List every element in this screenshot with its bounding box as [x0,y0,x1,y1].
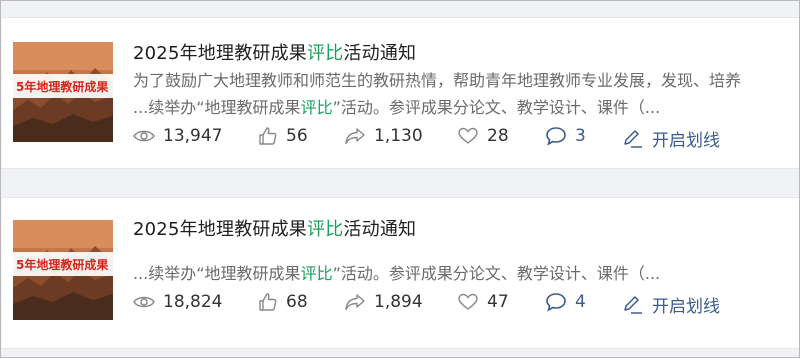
thumbs-up-icon [259,293,277,311]
enable-highlight-button[interactable]: 开启划线 [622,126,720,151]
excerpt-text: ...续举办“地理教研成果 [133,264,301,283]
pen-underline-icon [624,295,642,314]
title-text: 2025年地理教研成果 [133,219,308,240]
article-thumbnail[interactable]: 5年地理教研成果 [13,42,113,142]
article-title[interactable]: 2025年地理教研成果评比活动通知 [133,215,416,241]
shares-count: 1,130 [374,126,423,146]
highlight-label: 开启划线 [652,297,720,317]
views-count: 13,947 [163,126,223,146]
eye-icon [133,296,155,308]
article-title[interactable]: 2025年地理教研成果评比活动通知 [133,39,416,65]
excerpt-highlight: 评比 [300,264,333,283]
favorites-count: 47 [487,292,509,312]
favorites-count: 28 [487,126,509,146]
pen-underline-icon [624,129,642,148]
share-button[interactable]: 1,130 [344,126,423,146]
title-highlight: 评比 [307,219,344,240]
excerpt-text: ...续举办“地理教研成果 [133,98,301,117]
like-button[interactable]: 56 [258,126,308,146]
enable-highlight-button[interactable]: 开启划线 [622,292,720,317]
excerpt-text-end: ”活动。参评成果分论文、教学设计、课件（... [332,264,661,283]
share-button[interactable]: 1,894 [344,292,423,312]
views-count: 18,824 [163,292,223,312]
comments-button[interactable]: 3 [545,126,586,146]
excerpt-highlight: 评比 [300,98,333,117]
article-excerpt-line: ...续举办“地理教研成果评比”活动。参评成果分论文、教学设计、课件（... [133,260,799,284]
title-highlight: 评比 [307,43,344,64]
favorite-button[interactable]: 47 [457,292,509,312]
highlight-label: 开启划线 [652,131,720,151]
thumbnail-image: 5年地理教研成果 [13,220,113,320]
heart-icon [458,293,478,310]
title-text-end: 活动通知 [343,219,417,240]
likes-count: 56 [286,126,308,146]
article-excerpt-line: 为了鼓励广大地理教师和师范生的教研热情，帮助青年地理教师专业发展，发现、培养 [133,67,799,91]
heart-icon [458,127,478,144]
share-arrow-icon [345,294,365,311]
title-text-end: 活动通知 [343,43,417,64]
comments-button[interactable]: 4 [545,292,586,312]
article-card[interactable]: 5年地理教研成果 2025年地理教研成果评比活动通知 ...续举办“地理教研成果… [2,197,799,349]
title-text: 2025年地理教研成果 [133,43,308,64]
share-arrow-icon [345,128,365,145]
article-card[interactable]: 5年地理教研成果 2025年地理教研成果评比活动通知 为了鼓励广大地理教师和师范… [2,17,799,169]
comment-bubble-icon [546,127,566,146]
views-stat: 13,947 [133,126,222,146]
comment-bubble-icon [546,293,566,312]
excerpt-text-end: ”活动。参评成果分论文、教学设计、课件（... [332,98,661,117]
thumbnail-caption: 5年地理教研成果 [16,257,108,272]
likes-count: 68 [286,292,308,312]
thumbs-up-icon [259,127,277,145]
comments-count: 4 [575,292,586,312]
eye-icon [133,130,155,142]
shares-count: 1,894 [374,292,423,312]
views-stat: 18,824 [133,292,222,312]
excerpt-text: 为了鼓励广大地理教师和师范生的教研热情，帮助青年地理教师专业发展，发现、培养 [133,71,742,90]
article-list: 5年地理教研成果 2025年地理教研成果评比活动通知 为了鼓励广大地理教师和师范… [0,0,800,358]
article-excerpt-line: ...续举办“地理教研成果评比”活动。参评成果分论文、教学设计、课件（... [133,94,799,118]
article-thumbnail[interactable]: 5年地理教研成果 [13,220,113,320]
like-button[interactable]: 68 [258,292,308,312]
thumbnail-caption: 5年地理教研成果 [16,79,108,94]
favorite-button[interactable]: 28 [457,126,509,146]
comments-count: 3 [575,126,586,146]
thumbnail-image: 5年地理教研成果 [13,42,113,142]
